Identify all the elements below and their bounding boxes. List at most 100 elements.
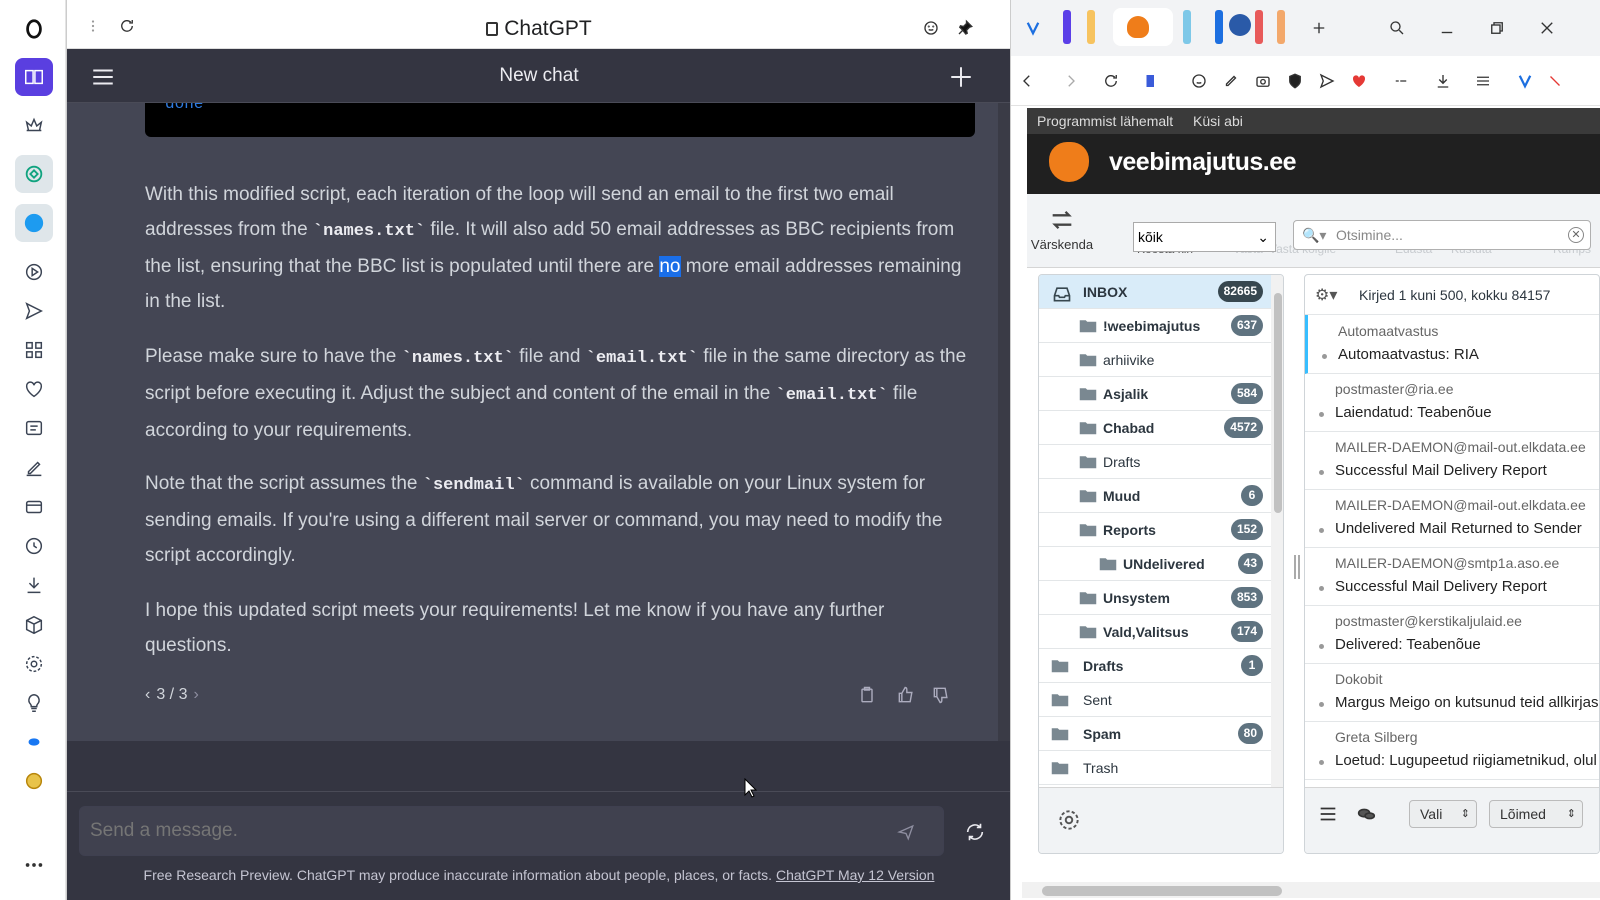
send-message-icon[interactable]: [893, 819, 919, 845]
tab-pill[interactable]: [1183, 10, 1191, 44]
regenerate-icon[interactable]: [962, 819, 988, 845]
downloads-icon[interactable]: [1431, 69, 1455, 93]
thumbs-up-icon[interactable]: [892, 681, 920, 709]
scroll-thumb[interactable]: [1274, 293, 1282, 513]
heart-icon[interactable]: [1347, 69, 1371, 93]
folder-item[interactable]: Drafts: [1039, 445, 1271, 479]
coin-icon[interactable]: [15, 762, 53, 800]
new-chat-plus-icon[interactable]: [947, 63, 975, 91]
refresh-button[interactable]: Värskenda: [1027, 206, 1097, 252]
tabs-icon[interactable]: [15, 488, 53, 526]
extension-p-icon[interactable]: [1139, 69, 1163, 93]
edit-icon[interactable]: [15, 449, 53, 487]
tab-v-icon[interactable]: [1021, 16, 1045, 40]
tab-pill[interactable]: [1255, 10, 1263, 44]
back-icon[interactable]: [1015, 69, 1039, 93]
folder-item[interactable]: Drafts 1: [1039, 649, 1271, 683]
close-icon[interactable]: [1535, 16, 1559, 40]
minimize-icon[interactable]: [1435, 16, 1459, 40]
mail-search-input[interactable]: 🔍▾ Otsimine... ✕: [1293, 220, 1591, 250]
list-options-gear-icon[interactable]: ⚙▾: [1315, 285, 1337, 305]
tab-pill[interactable]: [1277, 10, 1285, 44]
scroll-thumb[interactable]: [1042, 886, 1282, 896]
send-arrow-icon[interactable]: [15, 292, 53, 330]
heart-icon[interactable]: [15, 370, 53, 408]
folder-item[interactable]: arhiivike: [1039, 343, 1271, 377]
tab-pill[interactable]: [1215, 10, 1223, 44]
history-icon[interactable]: [15, 527, 53, 565]
help-link[interactable]: Küsi abi: [1193, 113, 1243, 129]
folder-settings-gear-icon[interactable]: [1049, 808, 1089, 832]
more-dots-icon[interactable]: [15, 846, 53, 884]
folder-item[interactable]: INBOX 82665: [1039, 275, 1271, 309]
pane-resize-handle[interactable]: [1294, 555, 1300, 579]
folder-item[interactable]: Unsystem 853: [1039, 581, 1271, 615]
tab-pill[interactable]: [1087, 10, 1095, 44]
search-icon[interactable]: [1385, 16, 1409, 40]
folder-item[interactable]: Muud 6: [1039, 479, 1271, 513]
folder-filter-select[interactable]: kõik ⌄: [1133, 222, 1276, 252]
folder-item[interactable]: Trash: [1039, 751, 1271, 785]
folder-item[interactable]: Spam 80: [1039, 717, 1271, 751]
select-dropdown[interactable]: Vali ⇕: [1409, 800, 1477, 828]
threads-dropdown[interactable]: Lõimed ⇕: [1489, 800, 1583, 828]
folder-scrollbar[interactable]: [1271, 275, 1283, 787]
tab-pill[interactable]: [1063, 10, 1071, 44]
new-tab-plus-icon[interactable]: [1307, 16, 1331, 40]
thumbs-down-icon[interactable]: [927, 681, 955, 709]
list-view-icon[interactable]: [1313, 802, 1343, 826]
active-tab[interactable]: [1113, 8, 1173, 46]
edit-icon[interactable]: [1219, 69, 1243, 93]
next-response-icon[interactable]: ›: [193, 686, 198, 703]
folder-item[interactable]: !weebimajutus 637: [1039, 309, 1271, 343]
vivaldi-icon[interactable]: [1513, 69, 1537, 93]
workspace-icon[interactable]: [15, 58, 53, 96]
chat-bubble-icon[interactable]: [15, 723, 53, 761]
shield-icon[interactable]: [1283, 69, 1307, 93]
twitter-icon[interactable]: [15, 204, 53, 242]
message-row[interactable]: Dokobit Margus Meigo on kutsunud teid all…: [1305, 663, 1599, 722]
message-row[interactable]: MAILER-DAEMON@smtp1a.aso.ee Successful Ma…: [1305, 547, 1599, 606]
extensions-cube-icon[interactable]: [15, 606, 53, 644]
threads-view-icon[interactable]: [1351, 802, 1381, 826]
globe-icon[interactable]: [1229, 14, 1251, 36]
extension-icon[interactable]: [1543, 69, 1567, 93]
chatgpt-sidebar-icon[interactable]: [15, 155, 53, 193]
chat-scrollbar[interactable]: [998, 103, 1010, 741]
pin-icon[interactable]: [953, 16, 977, 40]
prev-response-icon[interactable]: ‹: [145, 686, 150, 703]
folder-item[interactable]: Chabad 4572: [1039, 411, 1271, 445]
send-icon[interactable]: [1315, 69, 1339, 93]
about-developer-link[interactable]: Programmist lähemalt: [1037, 113, 1173, 129]
message-row[interactable]: Greta Silberg Loetud: Lugupeetud riigiame…: [1305, 721, 1599, 780]
copy-icon[interactable]: [853, 681, 881, 709]
message-row[interactable]: MAILER-DAEMON@mail-out.elkdata.ee Success…: [1305, 431, 1599, 490]
notes-icon[interactable]: [15, 409, 53, 447]
lightbulb-icon[interactable]: [15, 684, 53, 722]
settings-gear-icon[interactable]: [15, 645, 53, 683]
downloads-icon[interactable]: [15, 566, 53, 604]
player-icon[interactable]: [15, 253, 53, 291]
message-row[interactable]: postmaster@ria.ee Laiendatud: Teabenõue: [1305, 373, 1599, 432]
folder-item[interactable]: Reports 152: [1039, 513, 1271, 547]
clear-search-icon[interactable]: ✕: [1568, 227, 1584, 243]
folder-item[interactable]: Vald,Valitsus 174: [1039, 615, 1271, 649]
camera-icon[interactable]: [1251, 69, 1275, 93]
forward-icon[interactable]: [1059, 69, 1083, 93]
message-input[interactable]: [79, 806, 944, 856]
settings-sliders-icon[interactable]: [1471, 69, 1495, 93]
apps-grid-icon[interactable]: [15, 331, 53, 369]
message-row[interactable]: postmaster@kerstikaljulaid.ee Delivered: …: [1305, 605, 1599, 664]
opera-logo-icon[interactable]: [15, 10, 53, 48]
message-row[interactable]: MAILER-DAEMON@mail-out.elkdata.ee Undeliv…: [1305, 489, 1599, 548]
horizontal-scrollbar[interactable]: [1022, 882, 1600, 898]
bookmarks-icon[interactable]: [1389, 69, 1413, 93]
folder-item[interactable]: Asjalik 584: [1039, 377, 1271, 411]
version-link[interactable]: ChatGPT May 12 Version: [776, 867, 934, 883]
folder-item[interactable]: Sent: [1039, 683, 1271, 717]
emoji-icon[interactable]: [1187, 69, 1211, 93]
message-row[interactable]: Automaatvastus Automaatvastus: RIA: [1305, 315, 1599, 374]
folder-item[interactable]: UNdelivered 43: [1039, 547, 1271, 581]
emoji-icon[interactable]: [919, 16, 943, 40]
restore-icon[interactable]: [1485, 16, 1509, 40]
